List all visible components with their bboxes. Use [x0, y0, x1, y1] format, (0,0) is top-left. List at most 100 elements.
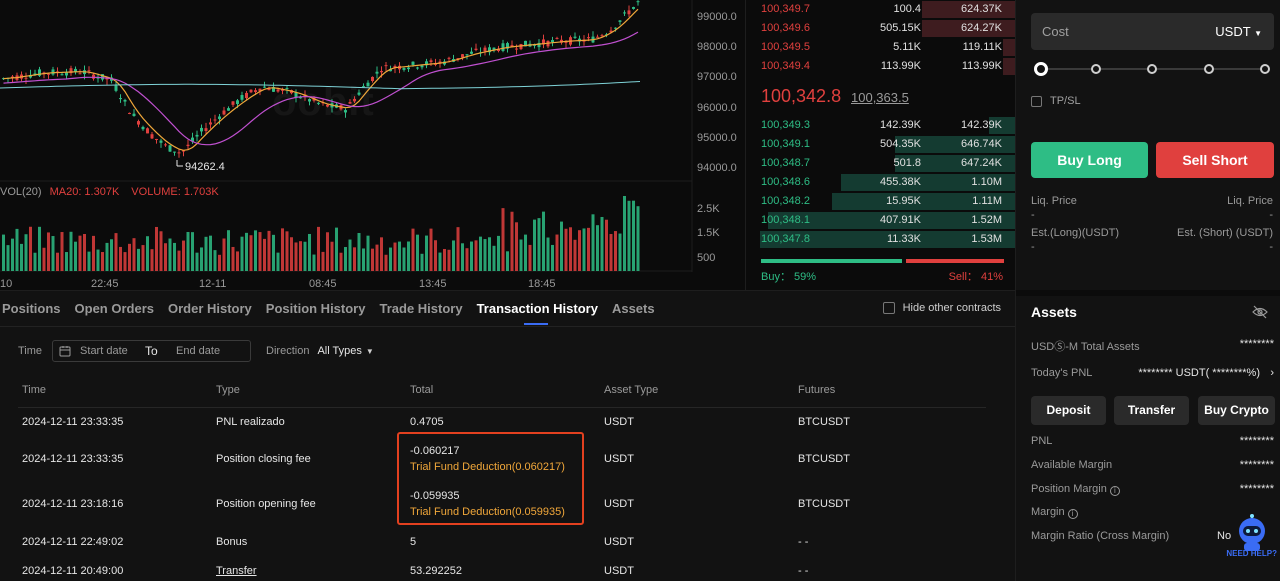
ask-amount: 113.99K: [880, 60, 921, 72]
candlestick-chart-canvas[interactable]: [0, 0, 745, 290]
candle-body: [87, 70, 91, 72]
volume-bar: [321, 251, 325, 271]
tab-order-history[interactable]: Order History: [168, 301, 252, 316]
cell-type: PNL realizado: [216, 416, 285, 428]
ask-total: 624.27K: [961, 22, 1002, 34]
candle-body: [573, 36, 577, 38]
volume-bar: [164, 243, 167, 271]
volume-axis-tick: 500: [697, 252, 716, 264]
cell-asset-type: USDT: [604, 416, 634, 428]
ask-row[interactable]: 100,349.7 100.4 624.37K: [746, 0, 1016, 19]
cost-field[interactable]: Cost USDT ▼: [1031, 13, 1274, 50]
tab-transaction-history[interactable]: Transaction History: [477, 301, 598, 325]
bid-row[interactable]: 100,349.3 142.39K 142.39K: [746, 116, 1016, 135]
tpsl-checkbox[interactable]: TP/SL: [1031, 95, 1081, 107]
slider-dot-0[interactable]: [1034, 62, 1048, 76]
panel-divider: [1016, 290, 1280, 296]
volume-bar: [555, 234, 559, 271]
hide-balance-icon[interactable]: [1252, 305, 1268, 319]
checkbox-box[interactable]: [1031, 95, 1042, 107]
tab-position-history[interactable]: Position History: [266, 301, 366, 316]
ask-row[interactable]: 100,349.6 505.15K 624.27K: [746, 19, 1016, 38]
hide-other-contracts-checkbox[interactable]: Hide other contracts: [882, 302, 1001, 314]
available-margin-label: Available Margin: [1031, 459, 1113, 471]
slider-dot-75[interactable]: [1204, 64, 1214, 74]
price-axis-tick: 94000.0: [697, 162, 737, 174]
column-header-time: Time: [22, 384, 47, 396]
transfer-button[interactable]: Transfer: [1114, 396, 1189, 425]
column-header-type: Type: [216, 384, 240, 396]
candle-body: [204, 128, 208, 132]
volume-bar: [150, 249, 154, 271]
volume-bar: [420, 253, 424, 271]
volume-bar: [465, 248, 469, 271]
tab-positions[interactable]: Positions: [2, 301, 61, 316]
candle-body: [78, 73, 82, 75]
start-date-input[interactable]: Start date: [80, 345, 128, 357]
volume-bar: [155, 226, 158, 271]
info-icon[interactable]: i: [1109, 486, 1120, 496]
history-tabs: Positions Open Orders Order History Positio…: [2, 301, 655, 325]
ask-row[interactable]: 100,349.5 5.11K 119.11K: [746, 38, 1016, 57]
caret-down-icon[interactable]: ▼: [366, 347, 374, 356]
volume-bar: [263, 238, 266, 271]
ma-line-mid: [3, 31, 639, 146]
direction-filter-label: Direction: [266, 345, 310, 357]
sell-short-button[interactable]: Sell Short: [1156, 142, 1274, 178]
tab-trade-history[interactable]: Trade History: [379, 301, 462, 316]
today-pnl-row[interactable]: Today's PNL ******** USDT( ********%) ›: [1031, 367, 1274, 379]
cell-time: 2024-12-11 22:49:02: [22, 536, 124, 548]
volume-ma-value: MA20: 1.307K: [49, 186, 120, 198]
time-filter-label: Time: [18, 345, 43, 357]
cell-type: Position opening fee: [216, 498, 316, 510]
candle-body: [483, 47, 487, 52]
tab-assets[interactable]: Assets: [612, 301, 655, 316]
volume-bar: [330, 241, 334, 271]
bid-row[interactable]: 100,347.8 11.33K 1.53M: [746, 230, 1016, 249]
candle-body: [470, 51, 473, 54]
candle-body: [132, 113, 136, 116]
slider-dot-50[interactable]: [1147, 64, 1157, 74]
checkbox-box[interactable]: [882, 302, 895, 314]
cell-futures: BTCUSDT: [798, 416, 850, 428]
bid-total: 1.53M: [971, 233, 1002, 245]
need-help-label[interactable]: NEED HELP?: [1226, 549, 1277, 558]
volume-bar: [506, 251, 509, 271]
buy-crypto-button[interactable]: Buy Crypto: [1198, 396, 1275, 425]
candle-body: [218, 116, 221, 119]
volume-bar: [375, 244, 379, 271]
margin-label: Margin: [1031, 506, 1065, 518]
date-range-picker[interactable]: Start date To End date: [52, 340, 252, 362]
deposit-button[interactable]: Deposit: [1031, 396, 1106, 425]
buy-long-button[interactable]: Buy Long: [1031, 142, 1148, 178]
bid-row[interactable]: 100,348.6 455.38K 1.10M: [746, 173, 1016, 192]
cost-currency-select[interactable]: USDT ▼: [1215, 24, 1262, 39]
bid-row[interactable]: 100,348.7 501.8 647.24K: [746, 154, 1016, 173]
volume-bar: [627, 200, 631, 271]
cell-time: 2024-12-11 23:33:35: [22, 453, 124, 465]
end-date-input[interactable]: End date: [176, 345, 220, 357]
candle-body: [353, 98, 356, 102]
bid-row[interactable]: 100,349.1 504.35K 646.74K: [746, 135, 1016, 154]
price-chart[interactable]: oobit 99000.0 98000.0 97000.0 96000.0 95…: [0, 0, 745, 290]
mark-price[interactable]: 100,363.5: [851, 90, 909, 105]
candle-body: [411, 61, 415, 65]
ask-row[interactable]: 100,349.4 113.99K 113.99K: [746, 57, 1016, 76]
candle-body: [326, 104, 329, 107]
volume-bar: [74, 241, 77, 271]
direction-select[interactable]: All Types: [317, 345, 361, 357]
bid-row[interactable]: 100,348.1 407.91K 1.52M: [746, 211, 1016, 230]
leverage-slider[interactable]: [1034, 62, 1270, 76]
chevron-right-icon[interactable]: ›: [1270, 367, 1274, 379]
volume-bar: [213, 250, 217, 271]
bid-row[interactable]: 100,348.2 15.95K 1.11M: [746, 192, 1016, 211]
volume-bar: [204, 236, 208, 271]
calendar-icon: [59, 346, 71, 357]
tab-open-orders[interactable]: Open Orders: [75, 301, 154, 316]
annotation-highlight-box: [397, 432, 584, 525]
slider-dot-100[interactable]: [1260, 64, 1270, 74]
volume-bar: [254, 230, 257, 271]
info-icon[interactable]: i: [1067, 509, 1078, 519]
slider-dot-25[interactable]: [1091, 64, 1101, 74]
candle-body: [362, 86, 365, 88]
